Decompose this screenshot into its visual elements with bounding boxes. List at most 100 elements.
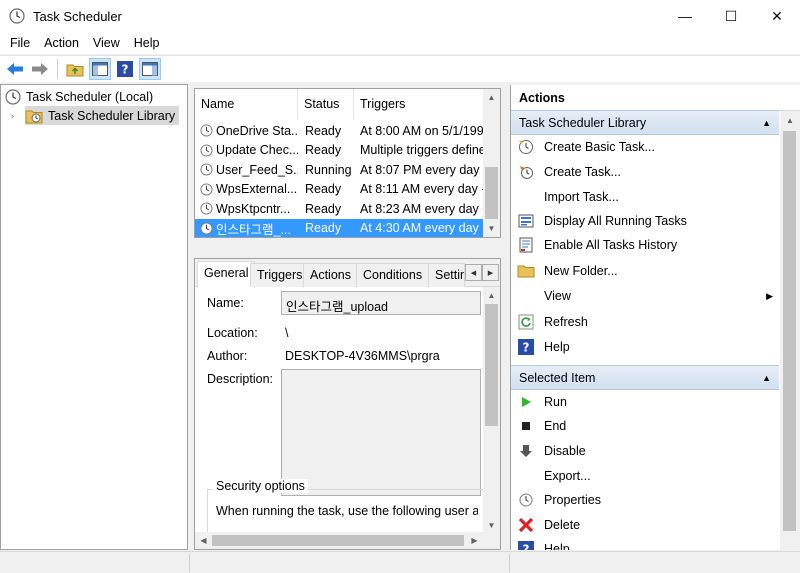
table-row[interactable]: User_Feed_S... Running At 8:07 PM every da… bbox=[195, 160, 483, 179]
scroll-up-icon[interactable]: ▲ bbox=[780, 111, 800, 129]
action-display-running-tasks[interactable]: Display All Running Tasks bbox=[515, 210, 779, 232]
table-row[interactable]: 인스타그램_... Ready At 4:30 AM every day bbox=[195, 218, 483, 237]
action-new-folder[interactable]: New Folder... bbox=[515, 260, 779, 282]
description-field[interactable] bbox=[281, 369, 481, 496]
scrollbar-thumb[interactable] bbox=[212, 535, 464, 546]
collapse-up-icon[interactable]: ▲ bbox=[762, 111, 771, 136]
actions-title: Actions bbox=[511, 85, 800, 111]
action-end[interactable]: End bbox=[515, 415, 779, 437]
scrollbar-thumb[interactable] bbox=[485, 167, 498, 219]
action-help[interactable]: ? Help bbox=[515, 336, 779, 358]
back-button[interactable] bbox=[4, 58, 26, 80]
action-label: Export... bbox=[544, 469, 591, 483]
scroll-down-icon[interactable]: ▼ bbox=[483, 220, 500, 237]
column-header-name[interactable]: Name bbox=[195, 89, 298, 119]
tab-actions[interactable]: Actions bbox=[303, 263, 358, 287]
action-import-task[interactable]: Import Task... bbox=[515, 186, 779, 208]
actions-pane: Actions Task Scheduler Library ▲ Create … bbox=[510, 85, 800, 550]
show-hide-tree-button[interactable] bbox=[89, 58, 111, 80]
svg-text:?: ? bbox=[523, 543, 530, 551]
running-tasks-icon bbox=[515, 210, 537, 232]
action-label: Properties bbox=[544, 493, 601, 507]
forward-button[interactable] bbox=[29, 58, 51, 80]
task-status: Ready bbox=[305, 221, 342, 235]
task-name: OneDrive Sta... bbox=[216, 123, 298, 138]
action-create-basic-task[interactable]: Create Basic Task... bbox=[515, 136, 779, 158]
name-field[interactable]: 인스타그램_upload bbox=[281, 291, 481, 315]
action-disable[interactable]: Disable bbox=[515, 440, 779, 462]
action-enable-tasks-history[interactable]: Enable All Tasks History bbox=[515, 234, 779, 256]
section-header-library[interactable]: Task Scheduler Library ▲ bbox=[511, 110, 779, 135]
task-list-scrollbar[interactable]: ▲ ▼ bbox=[483, 89, 500, 237]
action-create-task[interactable]: Create Task... bbox=[515, 161, 779, 183]
action-export[interactable]: Export... bbox=[515, 465, 779, 487]
scrollbar-thumb[interactable] bbox=[485, 304, 498, 426]
action-properties[interactable]: Properties bbox=[515, 489, 779, 511]
scrollbar-thumb[interactable] bbox=[783, 131, 796, 531]
tab-scroll-left-icon[interactable]: ◀ bbox=[465, 264, 482, 281]
action-run[interactable]: Run bbox=[515, 391, 779, 413]
scroll-right-icon[interactable]: ▶ bbox=[466, 532, 483, 549]
action-view[interactable]: View ▶ bbox=[515, 285, 779, 307]
chevron-right-icon[interactable]: › bbox=[11, 111, 20, 121]
column-header-triggers[interactable]: Triggers bbox=[354, 89, 483, 119]
tab-scroll-right-icon[interactable]: ▶ bbox=[482, 264, 499, 281]
table-row[interactable]: OneDrive Sta... Ready At 8:00 AM on 5/1/19… bbox=[195, 121, 483, 140]
menu-help[interactable]: Help bbox=[127, 36, 167, 50]
help-button[interactable]: ? bbox=[114, 58, 136, 80]
security-options-text: When running the task, use the following… bbox=[216, 504, 478, 518]
help-icon: ? bbox=[117, 61, 133, 77]
table-row[interactable]: Update Chec... Ready Multiple triggers def… bbox=[195, 141, 483, 160]
task-trigger: At 8:23 AM every day - bbox=[360, 201, 483, 216]
action-label: Run bbox=[544, 395, 567, 409]
tree-item-library-row[interactable]: › Task Scheduler Library bbox=[11, 106, 180, 125]
details-hscrollbar[interactable]: ◀ ▶ bbox=[195, 532, 500, 549]
section-header-selected-item[interactable]: Selected Item ▲ bbox=[511, 365, 779, 390]
close-button[interactable]: ✕ bbox=[754, 0, 800, 32]
column-header-status[interactable]: Status bbox=[298, 89, 354, 119]
task-name-cell: User_Feed_S... bbox=[195, 163, 298, 177]
collapse-up-icon[interactable]: ▲ bbox=[762, 366, 771, 391]
details-scrollbar[interactable]: ▲ ▼ bbox=[483, 287, 500, 534]
task-trigger: At 8:07 PM every day - bbox=[360, 162, 483, 177]
action-label: View bbox=[544, 289, 571, 303]
action-label: Enable All Tasks History bbox=[544, 238, 678, 252]
run-icon bbox=[515, 391, 537, 413]
task-name: User_Feed_S... bbox=[216, 162, 298, 177]
history-icon bbox=[515, 234, 537, 256]
minimize-button[interactable]: — bbox=[662, 0, 708, 32]
menu-action[interactable]: Action bbox=[37, 36, 86, 50]
tree-item-library[interactable]: Task Scheduler Library bbox=[25, 106, 180, 125]
task-name-cell: WpsExternal... bbox=[195, 182, 298, 196]
submenu-arrow-icon: ▶ bbox=[766, 290, 773, 301]
action-label: Delete bbox=[544, 518, 581, 532]
scroll-up-icon[interactable]: ▲ bbox=[483, 287, 500, 304]
menu-bar: File Action View Help bbox=[0, 32, 800, 54]
task-name: Update Chec... bbox=[216, 143, 298, 157]
scroll-up-icon[interactable]: ▲ bbox=[483, 89, 500, 106]
tab-triggers[interactable]: Triggers bbox=[250, 263, 310, 287]
task-list-header: Name Status Triggers bbox=[195, 89, 483, 119]
menu-file[interactable]: File bbox=[3, 36, 37, 50]
table-row[interactable]: WpsKtpcntr... Ready At 8:23 AM every day - bbox=[195, 199, 483, 218]
action-refresh[interactable]: Refresh bbox=[515, 311, 779, 333]
maximize-button[interactable]: ☐ bbox=[708, 0, 754, 32]
clock-icon bbox=[9, 8, 25, 24]
scroll-left-icon[interactable]: ◀ bbox=[195, 532, 212, 549]
name-label: Name: bbox=[207, 296, 244, 310]
up-folder-button[interactable] bbox=[64, 58, 86, 80]
tab-settings[interactable]: Settin bbox=[428, 263, 465, 287]
tab-general[interactable]: General bbox=[197, 261, 256, 288]
task-status: Ready bbox=[305, 201, 342, 216]
action-help-selected[interactable]: ? Help bbox=[515, 538, 779, 550]
action-delete[interactable]: Delete bbox=[515, 514, 779, 536]
table-row[interactable]: WpsExternal... Ready At 8:11 AM every day … bbox=[195, 180, 483, 199]
action-label: Disable bbox=[544, 444, 586, 458]
console-tree: Task Scheduler (Local) › Task Scheduler … bbox=[0, 84, 188, 550]
show-hide-action-pane-button[interactable] bbox=[139, 58, 161, 80]
actions-scrollbar[interactable]: ▲ bbox=[780, 111, 800, 550]
tab-conditions[interactable]: Conditions bbox=[356, 263, 430, 287]
tree-item-root[interactable]: Task Scheduler (Local) bbox=[5, 87, 153, 106]
action-label: New Folder... bbox=[544, 264, 618, 278]
menu-view[interactable]: View bbox=[86, 36, 127, 50]
